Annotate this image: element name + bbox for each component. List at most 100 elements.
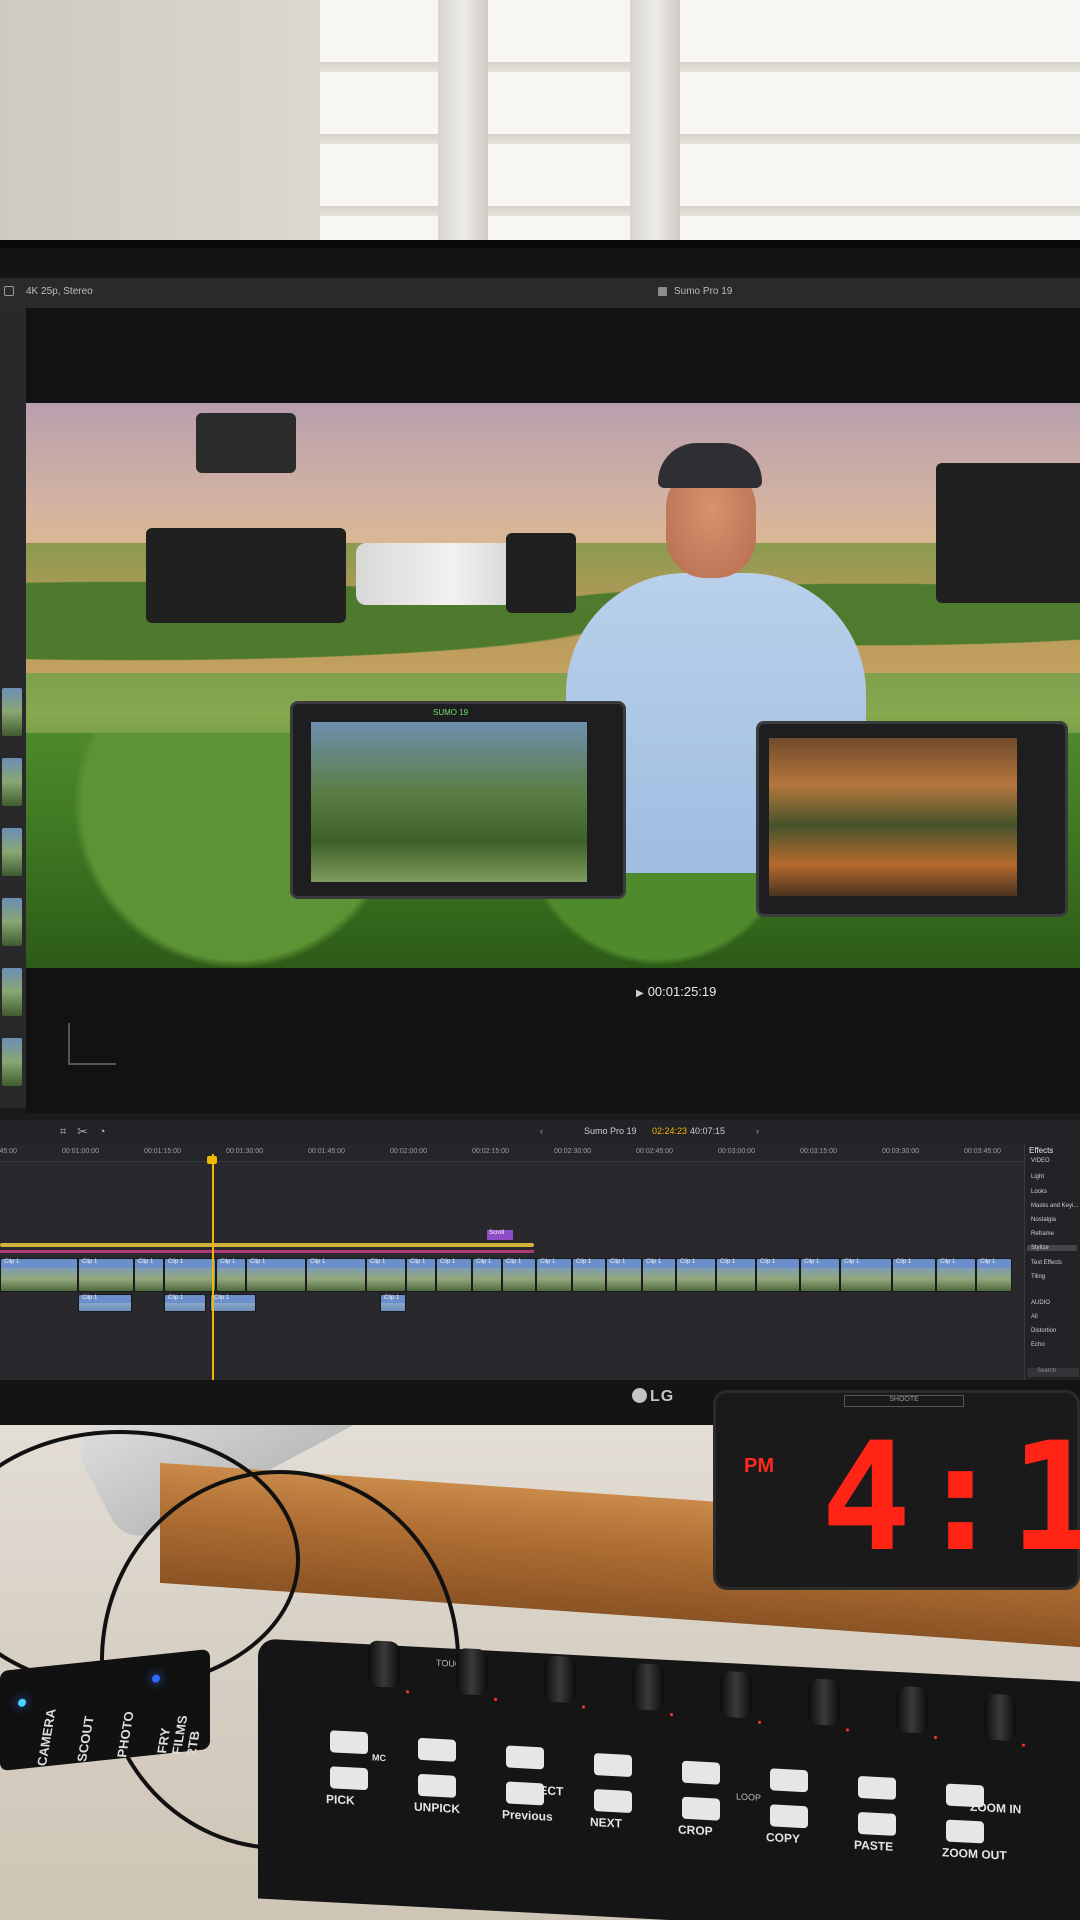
controller-pad[interactable]: [418, 1737, 456, 1762]
library-icon[interactable]: [4, 286, 14, 296]
timeline-current-time: 02:24:23: [652, 1126, 688, 1136]
timeline-ruler[interactable]: 00:00:45:00 00:01:00:00 00:01:15:00 00:01:3…: [0, 1144, 1024, 1162]
timeline-project-name[interactable]: Sumo Pro 19: [584, 1126, 637, 1136]
timeline-clip[interactable]: Clip 1: [306, 1258, 366, 1292]
back-arrow-icon[interactable]: ‹: [540, 1126, 543, 1136]
play-icon[interactable]: ▶: [636, 988, 644, 999]
controller-pad[interactable]: [594, 1753, 632, 1778]
timeline-clip[interactable]: Clip 1: [134, 1258, 164, 1292]
timeline-clip[interactable]: Clip 1: [676, 1258, 716, 1292]
primary-storyline[interactable]: Clip 1 Clip 1 Clip 1 Clip 1 Clip 1 Clip 1 Clip…: [0, 1258, 1024, 1292]
effects-category[interactable]: Tiling: [1031, 1274, 1045, 1280]
controller-pad[interactable]: [330, 1766, 368, 1791]
lg-logo: LG: [632, 1388, 674, 1406]
playhead[interactable]: [212, 1154, 214, 1380]
timeline-clip[interactable]: Clip 1: [892, 1258, 936, 1292]
controller-pad[interactable]: [330, 1730, 368, 1755]
browser-thumbnail[interactable]: [2, 828, 22, 876]
timeline-clip[interactable]: Clip 1: [216, 1258, 246, 1292]
timeline-clip[interactable]: Clip 1: [606, 1258, 642, 1292]
timeline-clip[interactable]: Clip 1: [800, 1258, 840, 1292]
timeline-clip[interactable]: Clip 1: [976, 1258, 1012, 1292]
browser-thumbnail[interactable]: [2, 1038, 22, 1086]
clip-label: Clip 1: [540, 1259, 556, 1265]
timeline-clip[interactable]: Clip 1: [472, 1258, 502, 1292]
timeline-clip[interactable]: Clip 1: [840, 1258, 892, 1292]
clip-label: Clip 1: [384, 1295, 400, 1301]
controller-pad[interactable]: [858, 1811, 896, 1836]
effects-category[interactable]: Light: [1031, 1174, 1044, 1180]
ruler-tick-label: 00:03:30:00: [882, 1148, 919, 1155]
controller-pad[interactable]: [418, 1773, 456, 1798]
controller-pad[interactable]: [594, 1789, 632, 1814]
viewer-timecode[interactable]: ▶ 00:01:25:19: [636, 984, 716, 999]
connected-clip[interactable]: Clip 1: [78, 1294, 132, 1312]
effects-search-field[interactable]: Search: [1027, 1368, 1079, 1377]
controller-pad[interactable]: [946, 1819, 984, 1844]
ruler-tick-label: 00:03:45:00: [964, 1148, 1001, 1155]
timeline-clip[interactable]: Clip 1: [246, 1258, 306, 1292]
controller-pad[interactable]: [682, 1760, 720, 1785]
viewer-video-frame[interactable]: SUMO 19: [26, 403, 1080, 968]
timeline-clip[interactable]: Clip 1: [572, 1258, 606, 1292]
timeline-clip[interactable]: Clip 1: [936, 1258, 976, 1292]
rotary-knob[interactable]: [896, 1685, 928, 1734]
forward-arrow-icon[interactable]: ›: [756, 1126, 759, 1136]
effects-category[interactable]: VIDEO: [1031, 1158, 1050, 1164]
clip-label: Clip 1: [138, 1259, 154, 1265]
rotary-knob[interactable]: [984, 1693, 1016, 1742]
app-top-bar: 4K 25p, Stereo Sumo Pro 19: [0, 278, 1080, 308]
connected-storyline-bar[interactable]: [0, 1250, 534, 1253]
timeline-clip[interactable]: Clip 1: [642, 1258, 676, 1292]
timeline-clip[interactable]: Clip 1: [0, 1258, 78, 1292]
knob-indicator-led: [1022, 1743, 1025, 1747]
connected-clip[interactable]: Clip 1: [164, 1294, 206, 1312]
timeline-tracks[interactable]: Scroll Clip 1 Clip 1 Clip 1 Clip 1 Clip 1 Cli…: [0, 1162, 1024, 1380]
rotary-knob[interactable]: [720, 1670, 752, 1719]
effects-category[interactable]: Nostalgia: [1031, 1217, 1056, 1223]
timeline-clip[interactable]: Clip 1: [502, 1258, 536, 1292]
timeline-tools-icons[interactable]: ⌗ ✂ ◔: [60, 1126, 110, 1139]
controller-pad[interactable]: [770, 1804, 808, 1829]
timeline-clip[interactable]: Clip 1: [366, 1258, 406, 1292]
rotary-knob[interactable]: [808, 1678, 840, 1726]
controller-pad[interactable]: [770, 1768, 808, 1793]
connected-clip[interactable]: Clip 1: [380, 1294, 406, 1312]
timeline-clip[interactable]: Clip 1: [716, 1258, 756, 1292]
rotary-knob[interactable]: [632, 1663, 664, 1711]
effects-category[interactable]: Masks and Keyi...: [1031, 1203, 1078, 1209]
rotary-knob[interactable]: [544, 1655, 576, 1704]
title-clip[interactable]: Scroll: [487, 1230, 513, 1240]
controller-pad[interactable]: [858, 1775, 896, 1800]
pad-label: CROP: [678, 1822, 713, 1839]
controller-pad[interactable]: [506, 1745, 544, 1770]
timeline-clip[interactable]: Clip 1: [436, 1258, 472, 1292]
effects-category[interactable]: All: [1031, 1314, 1038, 1320]
browser-thumbnail[interactable]: [2, 688, 22, 736]
effects-category[interactable]: AUDIO: [1031, 1300, 1050, 1306]
effects-category[interactable]: Looks: [1031, 1189, 1047, 1195]
rotary-knob[interactable]: [456, 1647, 488, 1696]
effects-category[interactable]: Text Effects: [1031, 1260, 1062, 1266]
connected-clip[interactable]: Clip 1: [210, 1294, 256, 1312]
timeline-clip[interactable]: Clip 1: [78, 1258, 134, 1292]
pad-label: UNPICK: [414, 1799, 461, 1817]
pad-label: REJECT: [516, 1781, 564, 1799]
connected-audio-line[interactable]: [0, 1243, 534, 1247]
midi-editing-controller: TOUCH MC REJECT PICK UNPICK Previous NEXT CROP…: [258, 1638, 1080, 1920]
timeline-clip[interactable]: Clip 1: [406, 1258, 436, 1292]
effects-category[interactable]: Reframe: [1031, 1231, 1054, 1237]
timeline-clip[interactable]: Clip 1: [756, 1258, 800, 1292]
clip-label: Clip 1: [610, 1259, 626, 1265]
timeline-clip[interactable]: Clip 1: [536, 1258, 572, 1292]
rotary-knob[interactable]: [368, 1640, 400, 1688]
browser-thumbnail[interactable]: [2, 898, 22, 946]
knob-indicator-led: [582, 1705, 585, 1709]
browser-thumbnail[interactable]: [2, 968, 22, 1016]
effects-category[interactable]: Echo: [1031, 1342, 1045, 1348]
timeline-clip[interactable]: Clip 1: [164, 1258, 216, 1292]
effects-category[interactable]: Stylize: [1027, 1245, 1077, 1251]
effects-category[interactable]: Distortion: [1031, 1328, 1056, 1334]
controller-pad[interactable]: [682, 1796, 720, 1821]
browser-thumbnail[interactable]: [2, 758, 22, 806]
